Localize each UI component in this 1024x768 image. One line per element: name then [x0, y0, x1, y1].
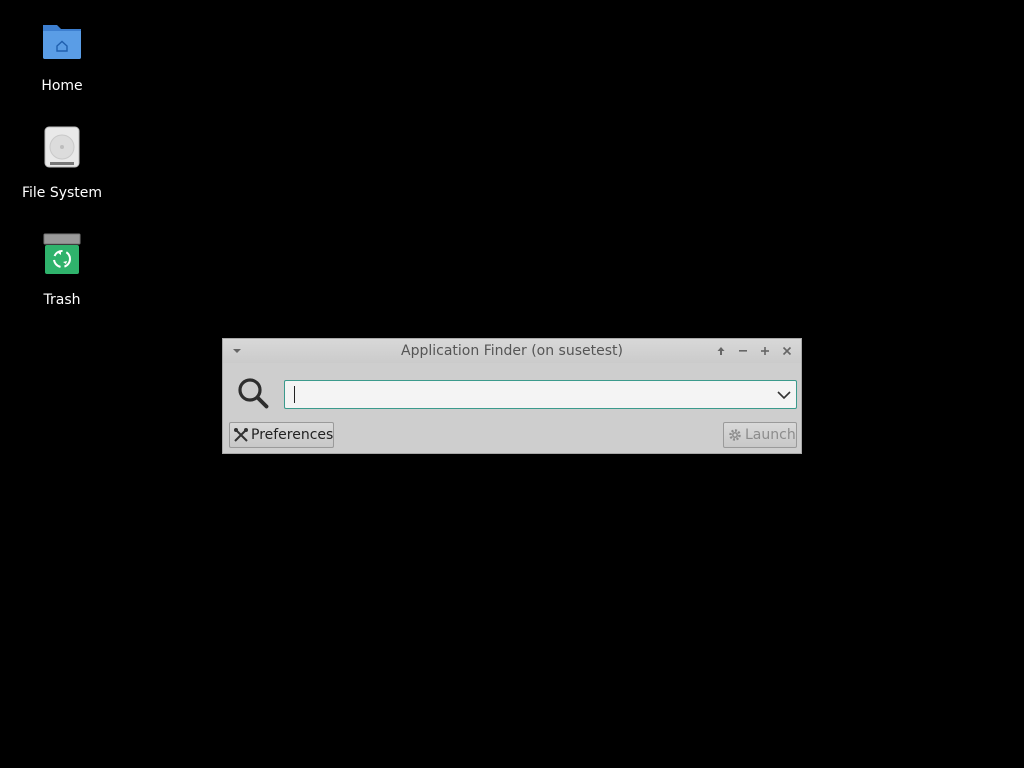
search-input[interactable] [293, 384, 767, 407]
close-icon[interactable] [779, 343, 795, 359]
desktop-icon-label: Home [41, 78, 83, 94]
search-combobox[interactable] [284, 380, 797, 409]
home-folder-icon [40, 18, 84, 62]
search-icon [235, 375, 271, 411]
hard-drive-icon [40, 125, 84, 169]
preferences-label: Preferences [251, 427, 334, 443]
search-row [223, 375, 801, 415]
desktop-icon-trash[interactable]: Trash [14, 232, 110, 308]
tools-icon [233, 427, 249, 443]
text-cursor [294, 386, 295, 403]
launch-button[interactable]: Launch [723, 422, 797, 448]
minimize-icon[interactable] [735, 343, 751, 359]
chevron-down-icon[interactable] [776, 387, 792, 403]
trash-icon [40, 232, 84, 276]
keep-above-icon[interactable] [713, 343, 729, 359]
desktop: Home File System Trash Application Finde… [0, 0, 1024, 768]
desktop-icon-home[interactable]: Home [14, 18, 110, 94]
desktop-icon-label: File System [21, 185, 103, 201]
launch-label: Launch [745, 427, 796, 443]
maximize-icon[interactable] [757, 343, 773, 359]
desktop-icon-file-system[interactable]: File System [14, 125, 110, 201]
desktop-icon-label: Trash [43, 292, 81, 308]
window-titlebar[interactable]: Application Finder (on susetest) [223, 339, 801, 363]
application-finder-window: Application Finder (on susetest) Prefere… [222, 338, 802, 454]
preferences-button[interactable]: Preferences [229, 422, 334, 448]
gear-icon [727, 427, 743, 443]
